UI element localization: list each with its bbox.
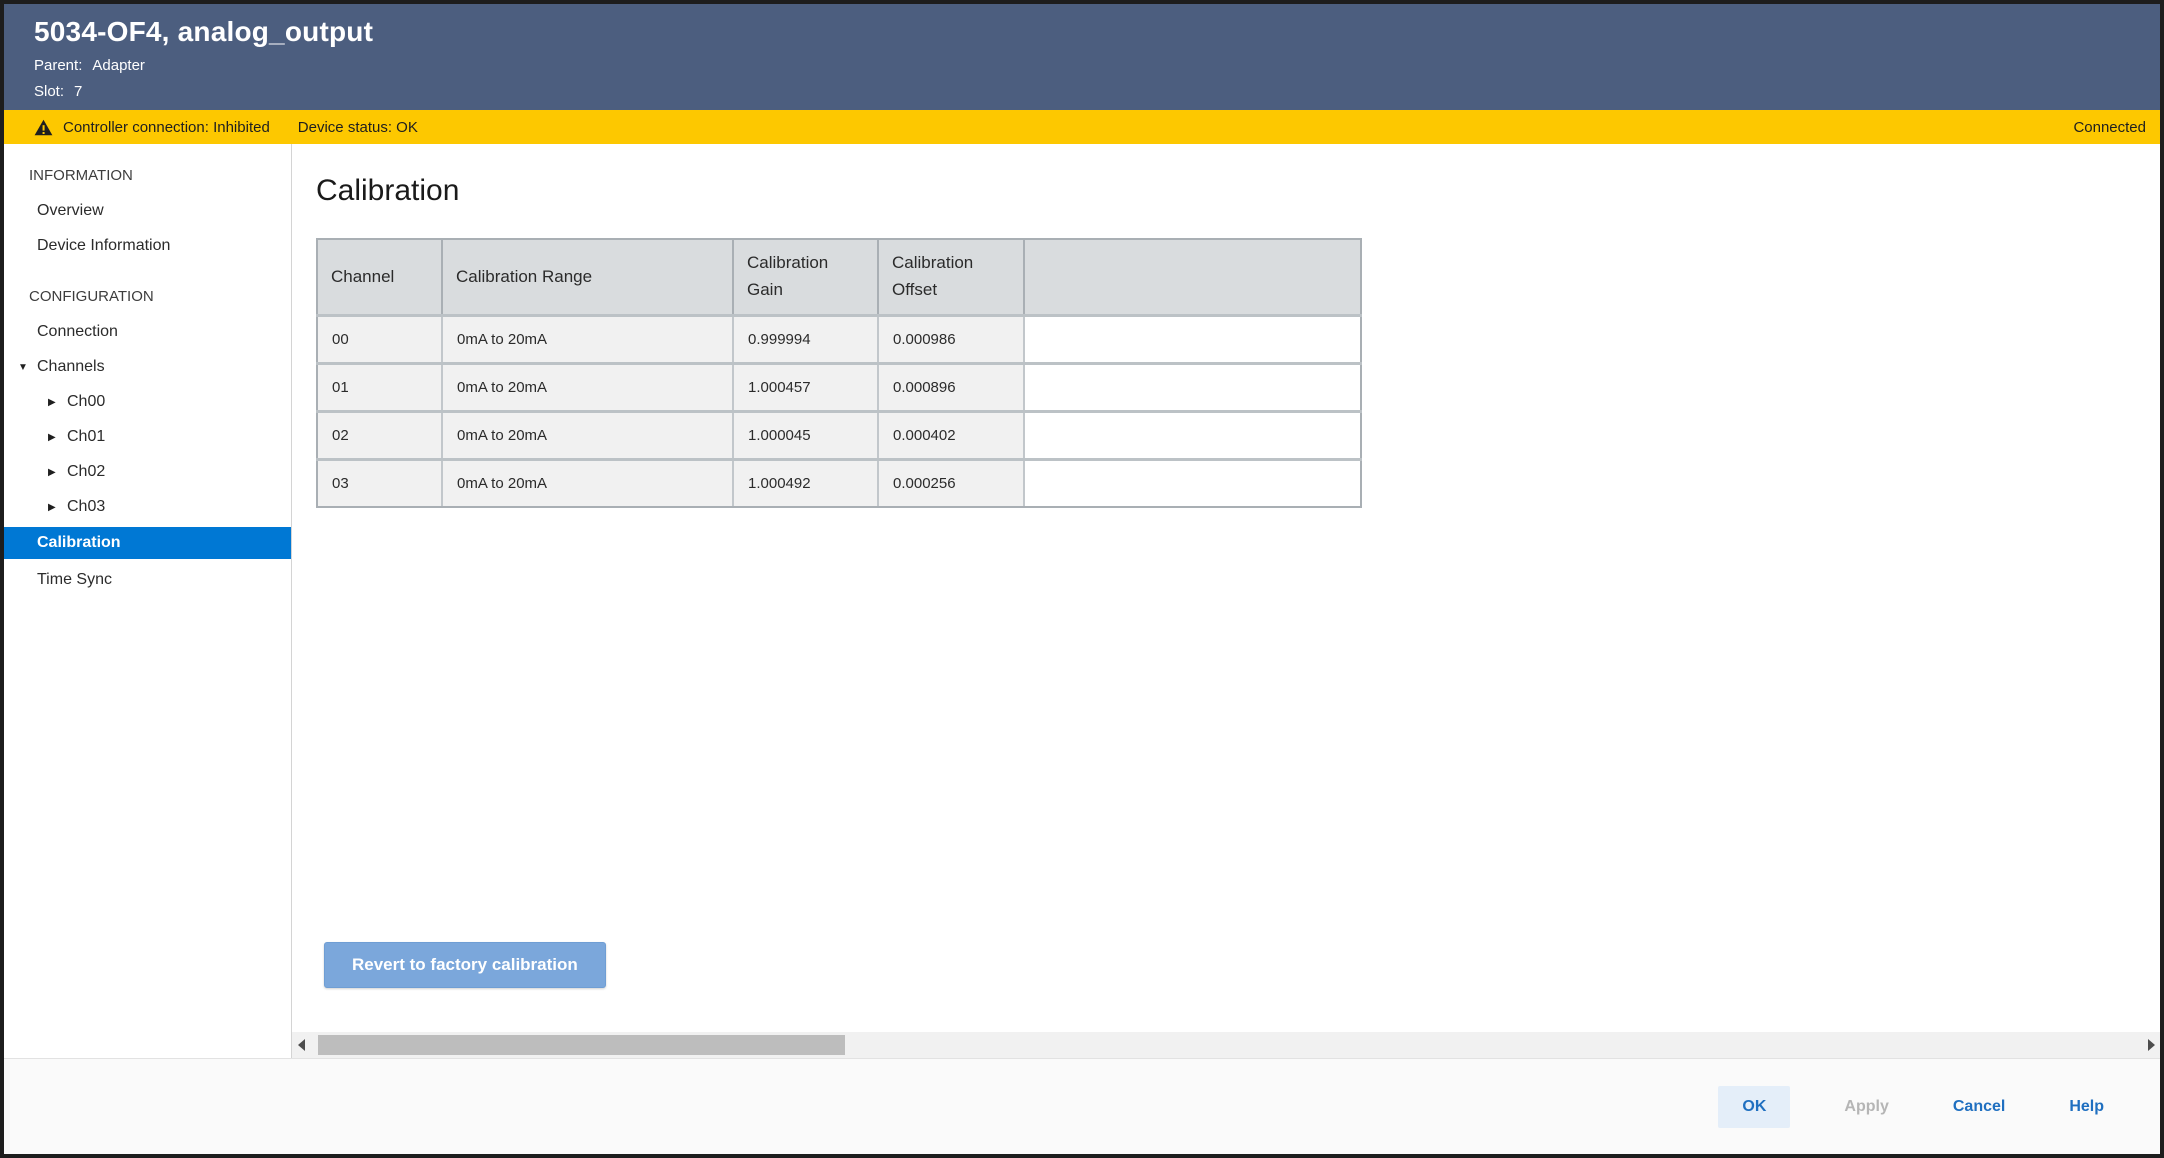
column-header-channel: Channel [317,239,442,315]
cell-channel: 01 [317,363,442,411]
cell-range: 0mA to 20mA [442,315,733,363]
device-profile-window: 5034-OF4, analog_output Parent: Adapter S… [0,0,2164,1158]
sidebar-item-time-sync[interactable]: Time Sync [4,562,291,597]
slot-value: 7 [74,83,82,100]
table-row: 03 0mA to 20mA 1.000492 0.000256 [317,459,1361,507]
cell-channel: 00 [317,315,442,363]
cell-empty [1024,459,1361,507]
sidebar-item-label: Calibration [37,534,121,551]
sidebar-item-label: Connection [37,323,118,340]
sidebar-item-overview[interactable]: Overview [4,193,291,228]
scroll-left-arrow[interactable] [292,1032,310,1058]
column-header-calibration-gain: Calibration Gain [733,239,878,315]
revert-to-factory-calibration-button[interactable]: Revert to factory calibration [324,942,606,988]
table-header-row: Channel Calibration Range Calibration Ga… [317,239,1361,315]
sidebar-item-ch00[interactable]: ▶Ch00 [4,384,291,419]
slot-info: Slot: 7 [34,83,2160,100]
parent-value: Adapter [92,57,145,74]
calibration-page: Calibration Channel Calibration Range Ca… [292,144,2160,1032]
chevron-down-icon: ▼ [18,350,37,385]
cell-gain: 1.000457 [733,363,878,411]
cell-range: 0mA to 20mA [442,459,733,507]
cell-offset: 0.000896 [878,363,1024,411]
dialog-footer: OK Apply Cancel Help [4,1058,2160,1154]
column-header-empty [1024,239,1361,315]
cell-range: 0mA to 20mA [442,411,733,459]
chevron-right-icon: ▶ [48,385,67,420]
scroll-right-arrow[interactable] [2142,1032,2160,1058]
parent-info: Parent: Adapter [34,57,2160,74]
cell-offset: 0.000256 [878,459,1024,507]
sidebar-item-calibration[interactable]: Calibration [4,527,291,559]
sidebar-section-configuration: CONFIGURATION [4,279,291,314]
cell-range: 0mA to 20mA [442,363,733,411]
horizontal-scrollbar[interactable] [292,1032,2160,1058]
sidebar-item-label: Ch00 [67,393,105,410]
apply-button[interactable]: Apply [1834,1086,1898,1128]
scrollbar-track[interactable] [310,1032,2142,1058]
window-header: 5034-OF4, analog_output Parent: Adapter S… [4,4,2160,110]
ok-button[interactable]: OK [1718,1086,1790,1128]
sidebar-item-ch03[interactable]: ▶Ch03 [4,489,291,524]
warning-triangle-icon [34,119,53,136]
sidebar-item-device-information[interactable]: Device Information [4,228,291,263]
sidebar-item-label: Ch02 [67,463,105,480]
cell-gain: 1.000492 [733,459,878,507]
cell-offset: 0.000402 [878,411,1024,459]
sidebar-item-ch01[interactable]: ▶Ch01 [4,419,291,454]
device-status: Device status: OK [298,119,418,136]
chevron-right-icon: ▶ [48,420,67,455]
column-header-calibration-offset: Calibration Offset [878,239,1024,315]
status-bar: Controller connection: Inhibited Device … [4,110,2160,144]
column-header-calibration-range: Calibration Range [442,239,733,315]
content-pane: Calibration Channel Calibration Range Ca… [292,144,2160,1058]
table-row: 02 0mA to 20mA 1.000045 0.000402 [317,411,1361,459]
page-title: Calibration [316,174,2160,208]
help-button[interactable]: Help [2059,1086,2114,1128]
cell-empty [1024,411,1361,459]
parent-label: Parent: [34,57,82,74]
sidebar-item-label: Ch01 [67,428,105,445]
sidebar-item-channels[interactable]: ▼Channels [4,349,291,384]
sidebar-item-label: Time Sync [37,571,112,588]
sidebar-item-label: Channels [37,358,105,375]
cell-empty [1024,315,1361,363]
cell-offset: 0.000986 [878,315,1024,363]
cell-channel: 02 [317,411,442,459]
scrollbar-thumb[interactable] [318,1035,845,1055]
chevron-right-icon: ▶ [48,455,67,490]
device-title: 5034-OF4, analog_output [34,16,2160,48]
cell-empty [1024,363,1361,411]
cell-gain: 1.000045 [733,411,878,459]
controller-connection-status: Controller connection: Inhibited [63,119,270,136]
table-row: 00 0mA to 20mA 0.999994 0.000986 [317,315,1361,363]
calibration-table: Channel Calibration Range Calibration Ga… [316,238,1362,508]
sidebar: INFORMATION Overview Device Information … [4,144,292,1058]
connection-state-badge: Connected [2073,119,2146,136]
chevron-right-icon: ▶ [48,490,67,525]
sidebar-item-label: Overview [37,202,104,219]
sidebar-section-information: INFORMATION [4,158,291,193]
sidebar-item-ch02[interactable]: ▶Ch02 [4,454,291,489]
window-body: INFORMATION Overview Device Information … [4,144,2160,1058]
cancel-button[interactable]: Cancel [1943,1086,2015,1128]
sidebar-item-connection[interactable]: Connection [4,314,291,349]
sidebar-item-label: Ch03 [67,498,105,515]
sidebar-item-label: Device Information [37,237,170,254]
table-row: 01 0mA to 20mA 1.000457 0.000896 [317,363,1361,411]
cell-channel: 03 [317,459,442,507]
slot-label: Slot: [34,83,64,100]
cell-gain: 0.999994 [733,315,878,363]
